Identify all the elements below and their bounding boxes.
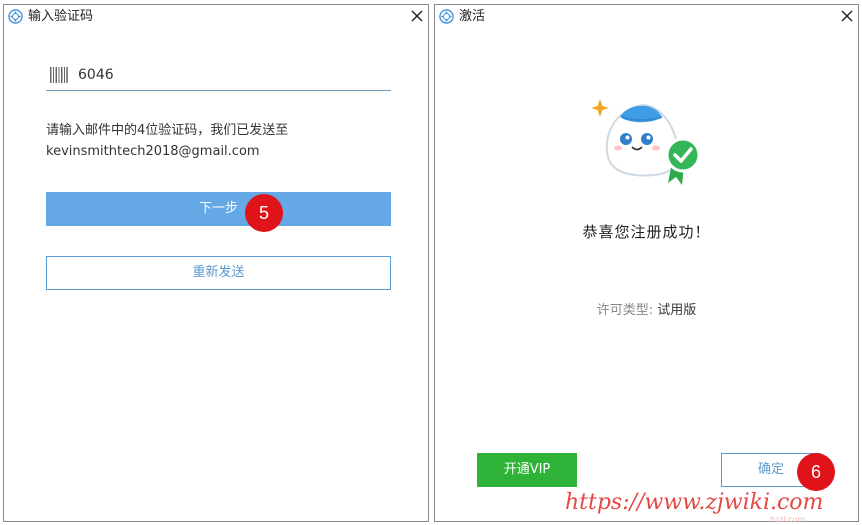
activation-dialog: 激活 恭喜您注册成功！ 许可类型: 试用版 开通VIP 确定 6 (434, 4, 859, 522)
success-message: 恭喜您注册成功！ (582, 223, 711, 241)
verify-code-dialog: 输入验证码 请输入邮件中的4位验证码，我们已发送至 kevinsmithtech… (3, 4, 429, 522)
titlebar: 输入验证码 (4, 5, 428, 29)
license-type-value: 试用版 (657, 303, 697, 318)
close-icon[interactable] (409, 8, 425, 24)
watermark-text: https://www.zjwiki.com (565, 490, 824, 515)
window-title: 输入验证码 (28, 9, 94, 24)
license-type: 许可类型: 试用版 (435, 299, 858, 318)
upgrade-vip-button[interactable]: 开通VIP (477, 453, 577, 487)
instruction-text: 请输入邮件中的4位验证码，我们已发送至 (46, 123, 289, 138)
barcode-icon (50, 67, 68, 83)
next-button[interactable]: 下一步 (46, 192, 391, 226)
license-type-label: 许可类型: (596, 303, 654, 318)
close-icon[interactable] (839, 8, 855, 24)
mascot-success-icon (592, 99, 701, 185)
app-logo-icon (8, 9, 23, 24)
app-logo-icon (439, 9, 454, 24)
watermark-sub-text: hzzl.com (770, 515, 806, 524)
verification-code-input[interactable] (78, 63, 378, 87)
verification-code-field (46, 61, 391, 91)
step-badge: 6 (797, 453, 835, 491)
titlebar: 激活 (435, 5, 858, 29)
window-title: 激活 (459, 9, 486, 24)
step-badge: 5 (245, 194, 283, 232)
resend-button[interactable]: 重新发送 (46, 256, 391, 290)
email-address: kevinsmithtech2018@gmail.com (46, 144, 260, 159)
